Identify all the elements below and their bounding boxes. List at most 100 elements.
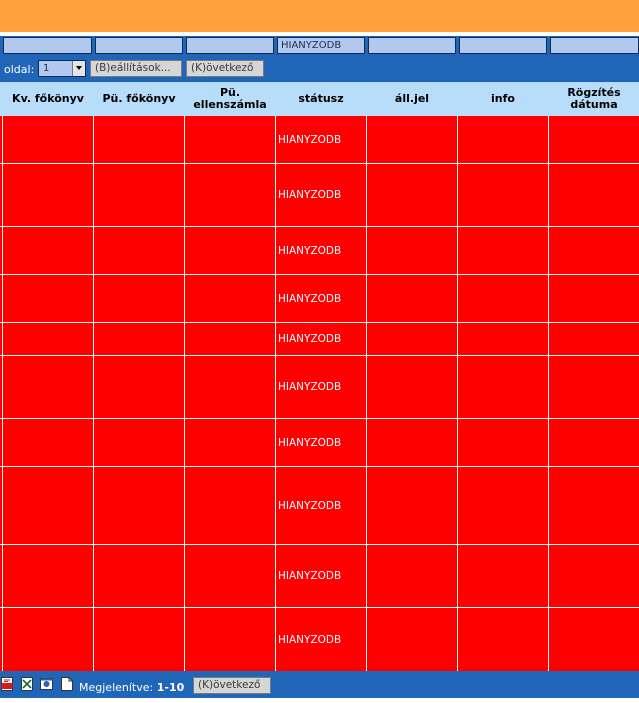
excel-icon[interactable] <box>21 677 33 691</box>
filter-kv-fokonyv-prev[interactable] <box>3 37 92 54</box>
table-cell <box>93 323 184 355</box>
table-row[interactable]: HIANYZODB <box>0 322 639 355</box>
footer-next-button[interactable]: (K)övetkező <box>193 677 271 694</box>
table-cell <box>2 164 93 226</box>
table-cell <box>2 356 93 418</box>
table-cell <box>457 608 548 671</box>
status-cell: HIANYZODB <box>275 323 366 355</box>
filter-row: HIANYZODB <box>0 36 639 56</box>
table-body: HIANYZODB HIANYZODB HIANYZODB HIANYZODB <box>0 116 639 671</box>
table-cell <box>93 275 184 322</box>
table-cell <box>366 116 457 163</box>
table-cell <box>457 467 548 544</box>
table-row[interactable]: HIANYZODB <box>0 163 639 226</box>
table-cell <box>93 467 184 544</box>
table-cell <box>93 545 184 607</box>
table-row[interactable]: HIANYZODB <box>0 355 639 418</box>
column-header-info[interactable]: info <box>458 82 548 116</box>
table-cell <box>548 419 639 466</box>
table-cell <box>366 467 457 544</box>
table-cell <box>184 164 275 226</box>
status-cell: HIANYZODB <box>275 164 366 226</box>
table-cell <box>2 545 93 607</box>
table-cell <box>548 164 639 226</box>
status-cell: HIANYZODB <box>275 419 366 466</box>
page-select[interactable]: 1 <box>38 60 86 77</box>
pager-bar: oldal: 1 (B)eállítások... (K)övetkező <box>0 56 639 82</box>
table-cell <box>184 356 275 418</box>
column-header-all-jel[interactable]: áll.jel <box>367 82 457 116</box>
filter-pu-ellenszamla[interactable] <box>186 37 274 54</box>
chevron-down-icon[interactable] <box>72 61 85 76</box>
table-cell <box>93 116 184 163</box>
status-cell: HIANYZODB <box>275 545 366 607</box>
table-cell <box>93 608 184 671</box>
status-cell: HIANYZODB <box>275 227 366 274</box>
column-header-pu-fokonyv[interactable]: Pü. főkönyv <box>94 82 184 116</box>
table-cell <box>548 116 639 163</box>
shown-range: 1-10 <box>156 681 185 694</box>
table-cell <box>2 608 93 671</box>
table-cell <box>366 323 457 355</box>
next-page-button[interactable]: (K)övetkező <box>186 60 264 77</box>
top-banner <box>0 0 639 32</box>
table-cell <box>2 467 93 544</box>
shown-label: Megjelenítve: <box>79 681 154 694</box>
pdf-icon[interactable] <box>1 677 13 691</box>
table-cell <box>548 323 639 355</box>
table-cell <box>366 419 457 466</box>
footer-bottom-border <box>0 698 639 703</box>
table-cell <box>184 419 275 466</box>
table-cell <box>93 356 184 418</box>
table-cell <box>457 356 548 418</box>
table-cell <box>548 227 639 274</box>
table-row[interactable]: HIANYZODB <box>0 607 639 671</box>
table-cell <box>184 275 275 322</box>
table-row[interactable]: HIANYZODB <box>0 226 639 274</box>
table-cell <box>366 608 457 671</box>
table-cell <box>2 419 93 466</box>
table-row[interactable]: HIANYZODB <box>0 544 639 607</box>
blank-document-icon[interactable] <box>61 677 73 691</box>
filter-pu-fokonyv[interactable] <box>95 37 183 54</box>
filter-rogzites-datuma[interactable] <box>550 37 639 54</box>
table-row[interactable]: HIANYZODB <box>0 116 639 163</box>
table-cell <box>184 227 275 274</box>
column-header-kv-fokonyv[interactable]: Kv. főkönyv <box>3 82 93 116</box>
table-cell <box>366 356 457 418</box>
table-cell <box>366 275 457 322</box>
table-cell <box>184 323 275 355</box>
table-cell <box>184 467 275 544</box>
table-cell <box>184 116 275 163</box>
status-cell: HIANYZODB <box>275 275 366 322</box>
table-row[interactable]: HIANYZODB <box>0 274 639 322</box>
table-cell <box>2 275 93 322</box>
table-cell <box>457 419 548 466</box>
table-cell <box>184 545 275 607</box>
page-select-value: 1 <box>43 63 50 74</box>
outlook-icon[interactable] <box>40 677 53 691</box>
settings-button[interactable]: (B)eállítások... <box>90 60 182 77</box>
status-cell: HIANYZODB <box>275 608 366 671</box>
table-cell <box>2 227 93 274</box>
table-cell <box>548 467 639 544</box>
status-cell: HIANYZODB <box>275 467 366 544</box>
shown-range-text: Megjelenítve: 1-10 <box>79 681 184 694</box>
table-cell <box>93 419 184 466</box>
page-label: oldal: <box>4 63 35 76</box>
filter-info[interactable] <box>459 37 547 54</box>
table-row[interactable]: HIANYZODB <box>0 466 639 544</box>
filter-status[interactable]: HIANYZODB <box>277 37 365 54</box>
table-cell <box>93 227 184 274</box>
column-header-rogzites-datuma[interactable]: Rögzítés dátuma <box>556 82 632 116</box>
table-row[interactable]: HIANYZODB <box>0 418 639 466</box>
table-cell <box>548 608 639 671</box>
column-header-status[interactable]: státusz <box>276 82 366 116</box>
table-header: Kv. főkönyv Pü. főkönyv Pü. ellenszámla … <box>0 82 639 116</box>
table-cell <box>93 164 184 226</box>
table-cell <box>2 116 93 163</box>
filter-all-jel[interactable] <box>368 37 456 54</box>
column-header-pu-ellenszamla[interactable]: Pü. ellenszámla <box>193 82 266 116</box>
table-cell <box>457 545 548 607</box>
status-cell: HIANYZODB <box>275 356 366 418</box>
